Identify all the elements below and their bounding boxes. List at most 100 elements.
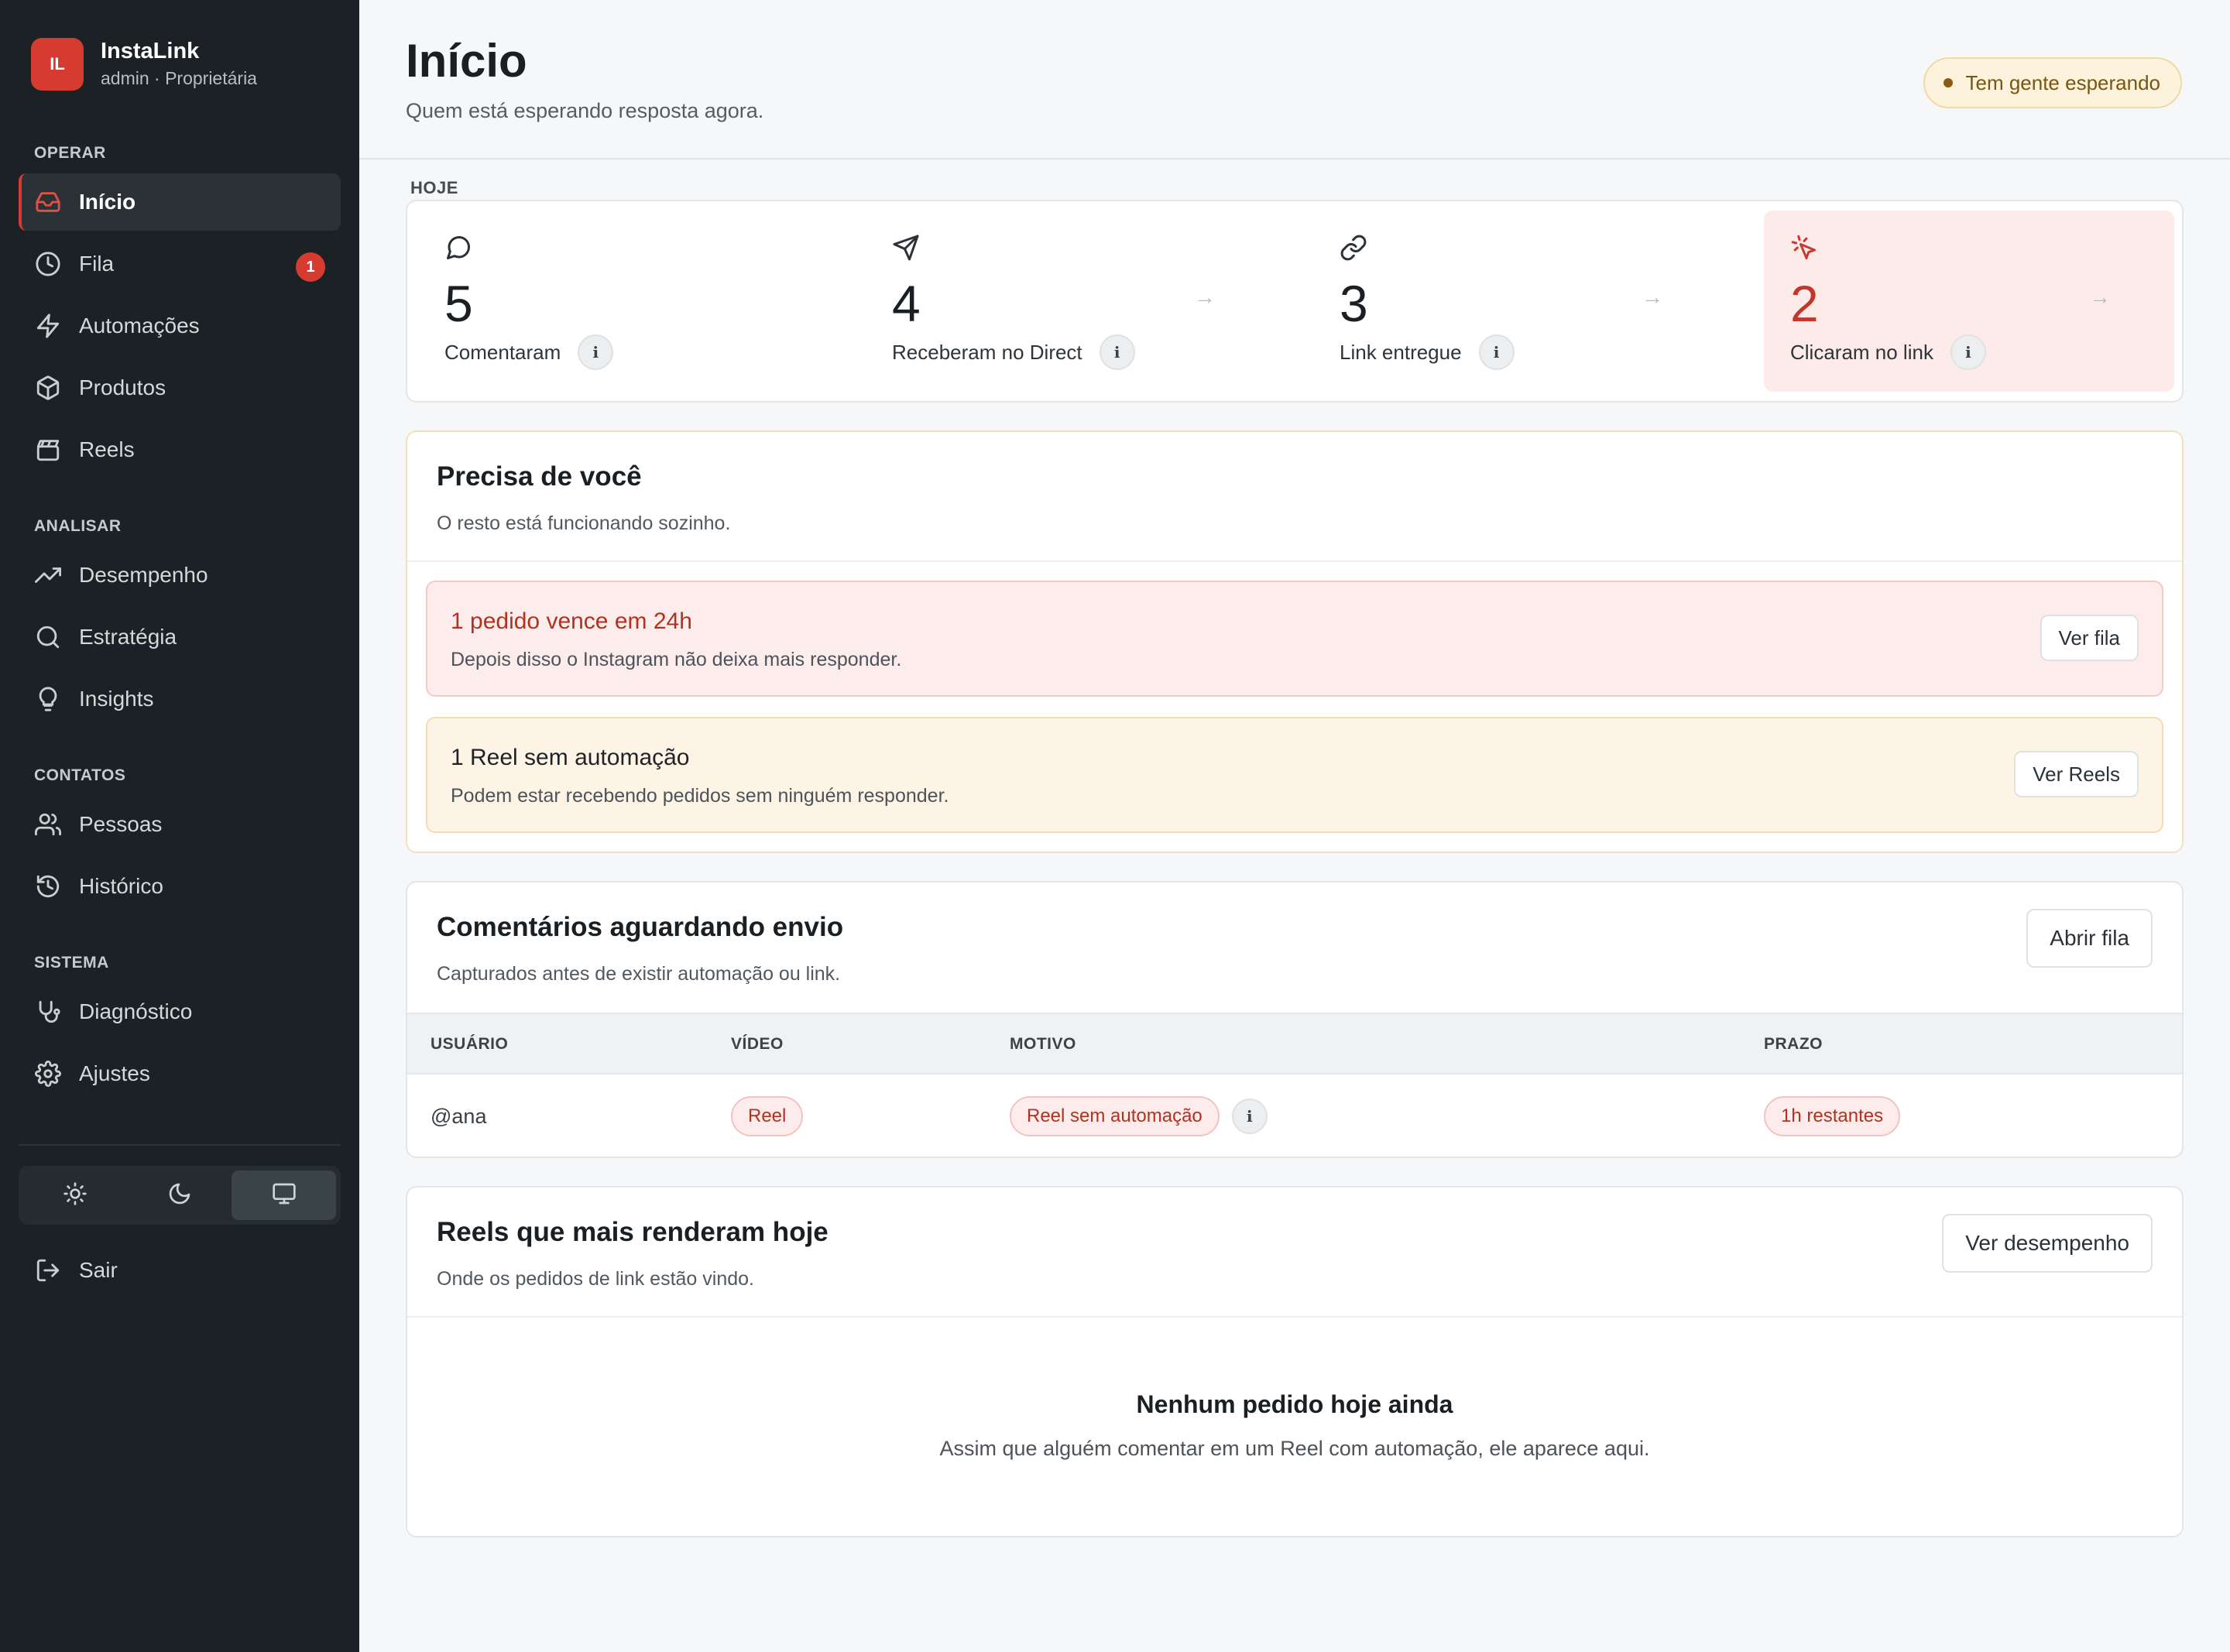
nav-heading: ANALISAR — [34, 517, 122, 535]
column-header-deadline: PRAZO — [1764, 1035, 1823, 1053]
alert-reel-without-automation: 1 Reel sem automação Podem estar receben… — [426, 717, 2163, 833]
top-reels-card: Reels que mais renderam hoje Onde os ped… — [406, 1186, 2184, 1537]
theme-light-button[interactable] — [23, 1170, 128, 1220]
sidebar-item-label: Produtos — [79, 375, 166, 399]
stethoscope-icon — [34, 998, 62, 1026]
card-divider — [407, 560, 2182, 562]
funnel-step-value: 3 — [1340, 275, 1368, 332]
history-icon — [34, 872, 62, 900]
sidebar-divider — [19, 1144, 341, 1146]
cell-user: @ana — [431, 1104, 487, 1128]
queue-count-badge: 1 — [296, 252, 325, 282]
status-dot — [1944, 78, 1954, 87]
nav-heading: OPERAR — [34, 144, 106, 162]
logout-label: Sair — [79, 1258, 118, 1282]
view-reels-button[interactable]: Ver Reels — [2014, 751, 2139, 797]
nav-section-sistema: SISTEMA Diagnóstico Ajustes — [0, 948, 359, 1102]
lightbulb-icon — [34, 685, 62, 713]
gear-icon — [34, 1060, 62, 1088]
sidebar-item-label: Fila — [79, 252, 115, 276]
sun-icon — [63, 1181, 87, 1210]
funnel-section-label: HOJE — [410, 178, 458, 197]
sidebar-item-produtos[interactable]: Produtos — [19, 359, 341, 416]
funnel-card: 5 Comentaram i 4 Receberam no Direct i 3… — [406, 200, 2184, 403]
page-subtitle: Quem está esperando resposta agora. — [406, 99, 764, 122]
sidebar-item-ajustes[interactable]: Ajustes — [19, 1045, 341, 1102]
info-icon[interactable]: i — [1950, 334, 1986, 370]
trending-up-icon — [34, 561, 62, 589]
clapperboard-icon — [34, 436, 62, 464]
card-subtitle: O resto está funcionando sozinho. — [437, 512, 731, 534]
card-subtitle: Onde os pedidos de link estão vindo. — [437, 1268, 754, 1290]
sidebar-item-label: Reels — [79, 437, 135, 461]
funnel-step-value: 2 — [1790, 275, 1819, 332]
moon-icon — [167, 1181, 192, 1210]
empty-state-title: Nenhum pedido hoje ainda — [1136, 1390, 1453, 1418]
box-icon — [34, 374, 62, 402]
alert-deadline: 1 pedido vence em 24h Depois disso o Ins… — [426, 581, 2163, 697]
sidebar-item-label: Automações — [79, 314, 200, 338]
brand: IL InstaLink admin · Proprietária — [31, 37, 257, 91]
clock-icon — [34, 250, 62, 278]
card-title: Precisa de você — [437, 461, 642, 492]
funnel-step-clicaram: 2 Clicaram no link i — [1764, 211, 2174, 392]
column-header-reason: MOTIVO — [1010, 1035, 1076, 1053]
table-row[interactable]: @ana Reel Reel sem automação i 1h restan… — [407, 1074, 2182, 1158]
page-title: Início — [406, 35, 527, 87]
funnel-arrow-icon: → — [2089, 285, 2111, 309]
status-badge: Tem gente esperando — [1923, 57, 2182, 108]
funnel-arrow-icon: → — [1194, 285, 1216, 309]
sidebar-item-desempenho[interactable]: Desempenho — [19, 547, 341, 604]
sidebar-item-fila[interactable]: Fila 1 — [19, 235, 341, 293]
info-icon[interactable]: i — [1099, 334, 1135, 370]
funnel-step-value: 4 — [892, 275, 921, 332]
funnel-step-comentaram: 5 Comentaram i — [407, 201, 825, 404]
monitor-icon — [272, 1181, 297, 1210]
alert-title: 1 Reel sem automação — [451, 745, 690, 770]
sidebar-item-reels[interactable]: Reels — [19, 421, 341, 478]
sidebar-item-diagnostico[interactable]: Diagnóstico — [19, 983, 341, 1040]
card-title: Comentários aguardando envio — [437, 912, 844, 942]
column-header-video: VÍDEO — [731, 1035, 784, 1053]
view-performance-button[interactable]: Ver desempenho — [1942, 1214, 2153, 1273]
nav-section-contatos: CONTATOS Pessoas Histórico — [0, 760, 359, 915]
info-icon[interactable]: i — [578, 334, 614, 370]
sidebar-item-label: Insights — [79, 687, 154, 711]
funnel-step-value: 5 — [444, 275, 473, 332]
table-header: USUÁRIO VÍDEO MOTIVO PRAZO — [407, 1013, 2182, 1074]
message-circle-icon — [444, 234, 474, 263]
video-tag: Reel — [731, 1096, 804, 1136]
sidebar-item-label: Ajustes — [79, 1061, 150, 1085]
sidebar-item-label: Estratégia — [79, 625, 177, 649]
nav-heading: CONTATOS — [34, 766, 126, 784]
header-divider — [359, 158, 2230, 159]
brand-name: InstaLink — [101, 39, 200, 63]
sidebar-item-inicio[interactable]: Início — [19, 173, 341, 231]
nav-section-operar: OPERAR Início Fila 1 Automações Produtos… — [0, 138, 359, 478]
needs-you-card: Precisa de você O resto está funcionando… — [406, 430, 2184, 853]
info-icon[interactable]: i — [1231, 1098, 1268, 1134]
alert-text: Podem estar recebendo pedidos sem ningué… — [451, 785, 949, 807]
sidebar-item-automacoes[interactable]: Automações — [19, 297, 341, 355]
sidebar-item-estrategia[interactable]: Estratégia — [19, 608, 341, 666]
send-icon — [892, 234, 921, 263]
link-icon — [1340, 234, 1369, 263]
alert-title: 1 pedido vence em 24h — [451, 608, 692, 634]
open-queue-button[interactable]: Abrir fila — [2026, 909, 2153, 968]
card-subtitle: Capturados antes de existir automação ou… — [437, 963, 841, 985]
sidebar-item-historico[interactable]: Histórico — [19, 858, 341, 915]
sidebar-item-pessoas[interactable]: Pessoas — [19, 796, 341, 853]
sidebar-item-insights[interactable]: Insights — [19, 670, 341, 728]
info-icon[interactable]: i — [1478, 334, 1515, 370]
alert-text: Depois disso o Instagram não deixa mais … — [451, 649, 902, 670]
funnel-arrow-icon: → — [1642, 285, 1663, 309]
sidebar-item-label: Início — [79, 190, 136, 214]
theme-dark-button[interactable] — [128, 1170, 232, 1220]
logout-button[interactable]: Sair — [19, 1242, 341, 1299]
main-content: Início Quem está esperando resposta agor… — [359, 0, 2230, 1652]
theme-system-button[interactable] — [232, 1170, 337, 1220]
users-icon — [34, 811, 62, 838]
theme-switcher — [19, 1166, 341, 1225]
view-queue-button[interactable]: Ver fila — [2040, 615, 2139, 661]
sidebar: IL InstaLink admin · Proprietária OPERAR… — [0, 0, 359, 1652]
